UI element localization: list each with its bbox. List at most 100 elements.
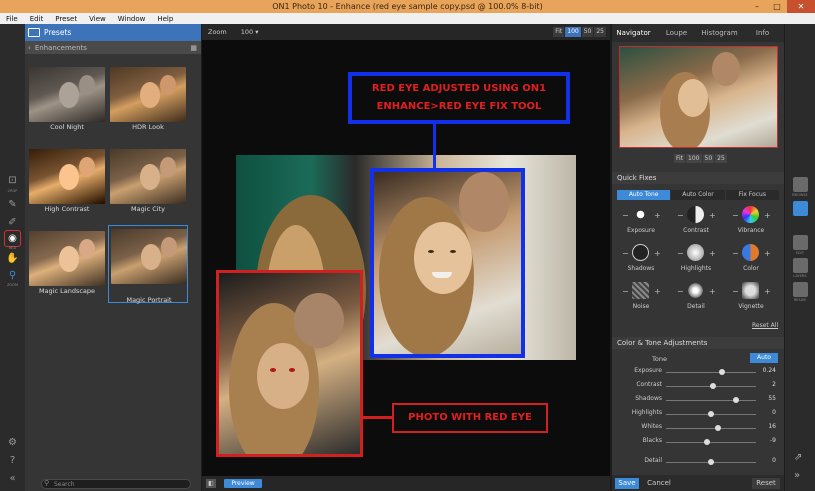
nav-fit-button[interactable]: Fit bbox=[674, 154, 686, 163]
slider-knob[interactable] bbox=[733, 397, 740, 403]
save-button[interactable]: Save bbox=[615, 478, 639, 489]
slider-whites[interactable]: Whites 16 bbox=[612, 423, 784, 433]
red-eye-icon[interactable]: ◉ bbox=[4, 230, 21, 247]
slider-label: Whites bbox=[641, 423, 662, 430]
slider-exposure[interactable]: Exposure 0.24 bbox=[612, 367, 784, 377]
zoom-fit-button[interactable]: Fit bbox=[553, 27, 565, 37]
resize-icon[interactable] bbox=[793, 282, 808, 297]
tab-auto-color[interactable]: Auto Color bbox=[671, 190, 725, 200]
tab-info[interactable]: Info bbox=[741, 29, 784, 37]
preset-thumb[interactable]: HDR Look bbox=[108, 64, 188, 136]
maximize-button[interactable]: □ bbox=[767, 0, 787, 13]
menu-view[interactable]: View bbox=[83, 15, 112, 23]
slider-value: -9 bbox=[770, 437, 776, 444]
menu-edit[interactable]: Edit bbox=[24, 15, 50, 23]
vibrance-icon bbox=[742, 206, 759, 223]
share-icon[interactable]: ⇗ bbox=[794, 452, 802, 463]
slider-knob[interactable] bbox=[715, 425, 722, 431]
menu-file[interactable]: File bbox=[0, 15, 24, 23]
slider-highlights[interactable]: Highlights 0 bbox=[612, 409, 784, 419]
zoom-25-button[interactable]: 25 bbox=[594, 27, 606, 37]
hand-icon[interactable]: ✋ bbox=[4, 250, 21, 267]
quick-fix-shadows[interactable]: − + Shadows bbox=[614, 244, 668, 282]
minimize-button[interactable]: – bbox=[747, 0, 767, 13]
edit-icon[interactable] bbox=[793, 235, 808, 250]
preset-thumb[interactable]: Magic Landscape bbox=[27, 228, 107, 300]
quick-fixes-header[interactable]: Quick Fixes bbox=[612, 172, 784, 184]
search-input[interactable]: Search bbox=[41, 479, 191, 489]
menu-help[interactable]: Help bbox=[151, 15, 179, 23]
slider-track[interactable] bbox=[666, 428, 756, 429]
vignette-icon bbox=[742, 282, 759, 299]
slider-blacks[interactable]: Blacks -9 bbox=[612, 437, 784, 447]
slider-knob[interactable] bbox=[708, 459, 714, 465]
slider-knob[interactable] bbox=[703, 439, 710, 445]
collapse-left-icon[interactable]: « bbox=[4, 470, 21, 487]
help-icon[interactable]: ? bbox=[4, 452, 21, 469]
slider-track[interactable] bbox=[666, 372, 756, 373]
slider-track[interactable] bbox=[666, 400, 756, 401]
quick-fix-color[interactable]: − + Color bbox=[724, 244, 778, 282]
slider-label: Detail bbox=[644, 457, 662, 464]
quick-fix-noise[interactable]: − + Noise bbox=[614, 282, 668, 320]
quick-fix-contrast[interactable]: − + Contrast bbox=[669, 206, 723, 244]
preset-thumb-selected[interactable]: Magic Portrait bbox=[108, 225, 188, 304]
tab-histogram[interactable]: Histogram bbox=[698, 29, 741, 37]
presets-title: Presets bbox=[44, 28, 72, 37]
brush-icon[interactable]: ✎ bbox=[4, 196, 21, 213]
tab-navigator[interactable]: Navigator bbox=[612, 29, 655, 37]
color-tone-header[interactable]: Color & Tone Adjustments bbox=[612, 337, 784, 349]
slider-knob[interactable] bbox=[708, 411, 714, 417]
crop-icon[interactable]: ⊡ bbox=[4, 172, 21, 189]
slider-track[interactable] bbox=[666, 442, 756, 443]
back-chevron-icon[interactable]: ‹ bbox=[28, 44, 31, 52]
develop-icon[interactable] bbox=[793, 201, 808, 216]
image-canvas[interactable]: Zoom 100 ▾ Fit 100 50 25 RED EYE ADJUSTE… bbox=[202, 24, 610, 491]
navigator-preview[interactable] bbox=[619, 46, 778, 148]
tab-fix-focus[interactable]: Fix Focus bbox=[725, 190, 779, 200]
grid-view-icon[interactable]: ▦ bbox=[190, 44, 197, 52]
browse-icon[interactable] bbox=[793, 177, 808, 192]
zoom-select[interactable]: 100 ▾ bbox=[241, 28, 259, 36]
quick-fix-exposure[interactable]: − + Exposure bbox=[614, 206, 668, 244]
annotation-adjusted: RED EYE ADJUSTED USING ON1 ENHANCE>RED E… bbox=[348, 72, 570, 124]
nav-25-button[interactable]: 25 bbox=[715, 154, 727, 163]
collapse-right-icon[interactable]: » bbox=[794, 470, 800, 481]
reset-button[interactable]: Reset bbox=[752, 478, 780, 489]
tab-auto-tone[interactable]: Auto Tone bbox=[617, 190, 671, 200]
tab-loupe[interactable]: Loupe bbox=[655, 29, 698, 37]
retouch-icon[interactable]: ✐ bbox=[4, 214, 21, 231]
nav-100-button[interactable]: 100 bbox=[686, 154, 702, 163]
preset-thumb[interactable]: Cool Night bbox=[27, 64, 107, 136]
quick-fix-vibrance[interactable]: − + Vibrance bbox=[724, 206, 778, 244]
quick-fix-highlights[interactable]: − + Highlights bbox=[669, 244, 723, 282]
slider-shadows[interactable]: Shadows 55 bbox=[612, 395, 784, 405]
presets-header[interactable]: Presets bbox=[25, 24, 201, 41]
preset-thumb[interactable]: Magic City bbox=[108, 146, 188, 218]
slider-knob[interactable] bbox=[709, 383, 716, 389]
detail-icon bbox=[687, 282, 704, 299]
menu-preset[interactable]: Preset bbox=[49, 15, 83, 23]
reset-all-link[interactable]: Reset All bbox=[752, 322, 778, 329]
noise-icon bbox=[632, 282, 649, 299]
quick-fix-vignette[interactable]: − + Vignette bbox=[724, 282, 778, 320]
preview-button[interactable]: Preview bbox=[224, 479, 262, 488]
slider-detail[interactable]: Detail 0 bbox=[612, 457, 784, 467]
preset-thumb[interactable]: High Contrast bbox=[27, 146, 107, 218]
zoom-100-button[interactable]: 100 bbox=[565, 27, 581, 37]
close-button[interactable]: ✕ bbox=[787, 0, 815, 13]
slider-knob[interactable] bbox=[718, 369, 725, 375]
nav-50-button[interactable]: 50 bbox=[702, 154, 715, 163]
quick-fix-detail[interactable]: − + Detail bbox=[669, 282, 723, 320]
cancel-button[interactable]: Cancel bbox=[645, 478, 673, 489]
slider-contrast[interactable]: Contrast 2 bbox=[612, 381, 784, 391]
layers-icon[interactable] bbox=[793, 258, 808, 273]
auto-tone-button[interactable]: Auto bbox=[750, 353, 778, 363]
preset-label: Magic Landscape bbox=[38, 287, 96, 295]
menu-window[interactable]: Window bbox=[112, 15, 152, 23]
zoom-50-button[interactable]: 50 bbox=[581, 27, 594, 37]
compare-icon[interactable]: ◧ bbox=[206, 479, 216, 488]
gear-icon[interactable]: ⚙ bbox=[4, 434, 21, 451]
category-breadcrumb[interactable]: ‹ Enhancements ▦ bbox=[25, 41, 201, 54]
zoom-icon[interactable]: ⚲ bbox=[4, 267, 21, 284]
